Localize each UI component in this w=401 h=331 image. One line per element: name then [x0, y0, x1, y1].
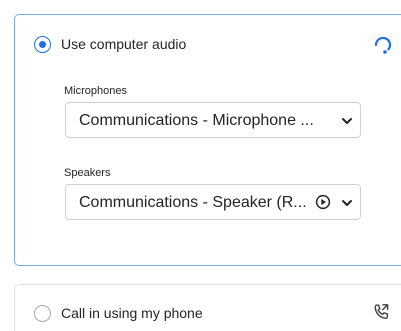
speaker-select-value: Communications - Speaker (R...: [79, 194, 307, 211]
microphones-label: Microphones: [64, 85, 127, 97]
phone-audio-label: Call in using my phone: [61, 305, 203, 321]
microphone-select-value: Communications - Microphone ...: [79, 112, 314, 129]
speaker-select[interactable]: Communications - Speaker (R...: [65, 184, 361, 220]
phone-audio-card[interactable]: Call in using my phone: [14, 284, 401, 331]
chevron-down-icon: [342, 118, 352, 124]
loading-headset-icon: [373, 34, 393, 61]
play-circle-icon[interactable]: [315, 194, 331, 210]
speakers-label: Speakers: [64, 167, 111, 179]
phone-call-icon: [371, 302, 391, 327]
computer-audio-label: Use computer audio: [61, 36, 187, 52]
audio-settings-panel: Use computer audio Microphones Communica…: [0, 0, 401, 331]
computer-audio-card[interactable]: Use computer audio Microphones Communica…: [14, 14, 401, 266]
phone-audio-radio[interactable]: [34, 305, 51, 322]
chevron-down-icon: [342, 200, 352, 206]
computer-audio-radio[interactable]: [34, 36, 51, 53]
microphone-select[interactable]: Communications - Microphone ...: [65, 102, 361, 138]
